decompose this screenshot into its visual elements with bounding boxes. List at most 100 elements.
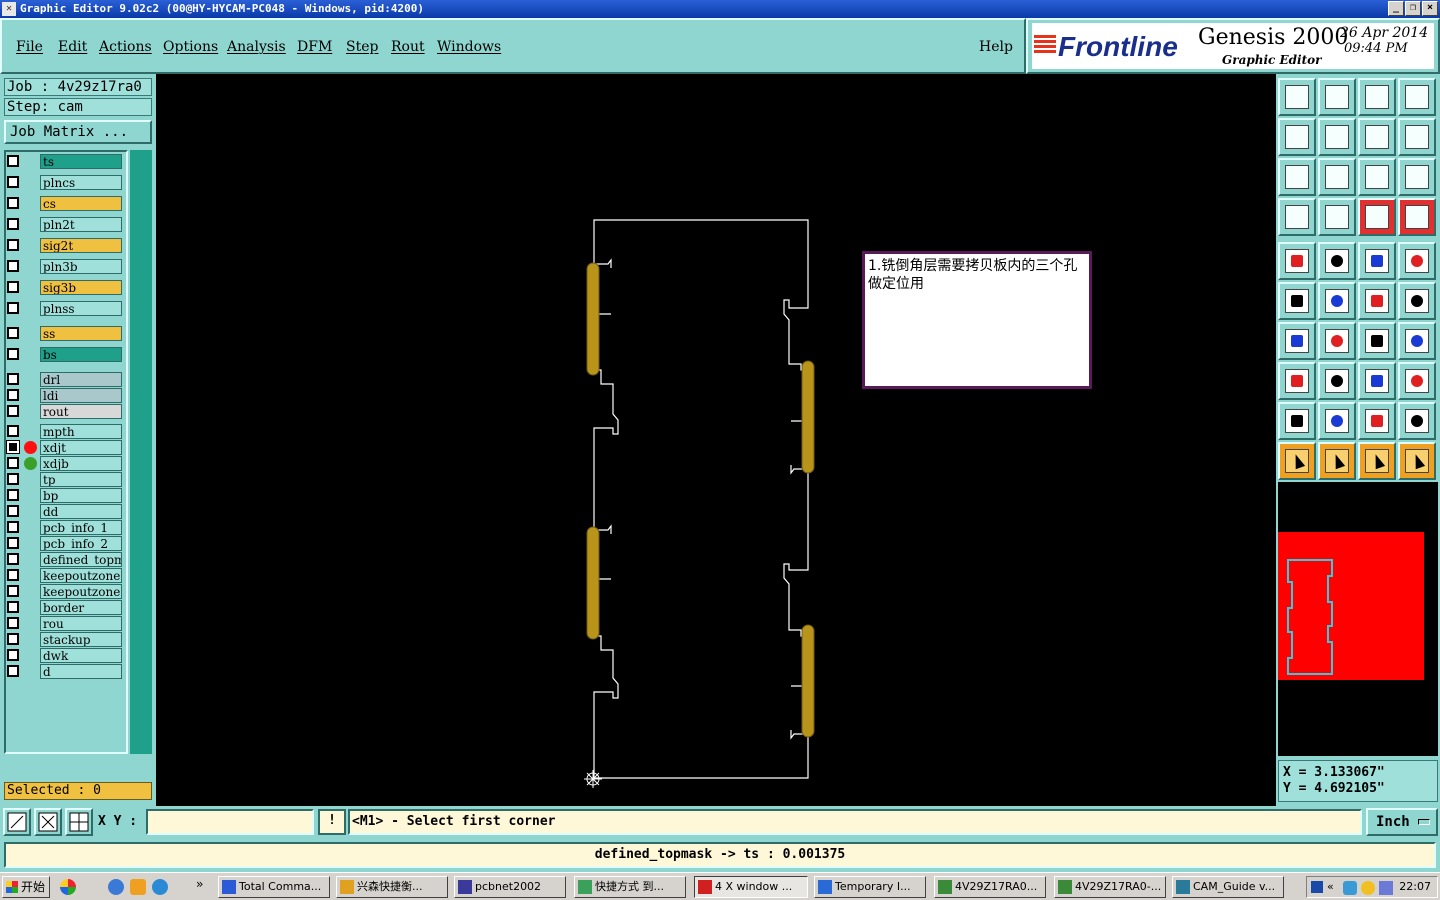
quicklaunch-browser-icon[interactable] xyxy=(108,879,124,895)
layer-name[interactable]: stackup xyxy=(40,632,122,647)
quicklaunch-app-icon[interactable] xyxy=(60,879,76,895)
move-left-button[interactable] xyxy=(1278,118,1316,156)
layer-row[interactable]: ldi xyxy=(4,388,124,403)
layer-checkbox[interactable] xyxy=(7,302,19,314)
layer-row[interactable]: ss xyxy=(4,326,124,341)
move-right-button[interactable] xyxy=(1318,118,1356,156)
arc-button[interactable] xyxy=(1358,322,1396,360)
layer-name[interactable]: ss xyxy=(40,326,122,341)
layer-name[interactable]: ldi xyxy=(40,388,122,403)
layer-name[interactable]: dwk xyxy=(40,648,122,663)
scale-1to2-button[interactable] xyxy=(1358,158,1396,196)
layer-name[interactable]: bs xyxy=(40,347,122,362)
layer-checkbox[interactable] xyxy=(7,665,19,677)
xy-input[interactable] xyxy=(146,809,314,835)
layer-name[interactable]: plnss xyxy=(40,301,122,316)
taskbar-button[interactable]: CAM_Guide v... xyxy=(1172,876,1284,898)
menu-rout[interactable]: Rout xyxy=(391,39,425,55)
layer-name[interactable]: plncs xyxy=(40,175,122,190)
home-button[interactable] xyxy=(1358,78,1396,116)
layers-toggle-button[interactable] xyxy=(1358,198,1396,236)
layer-name[interactable]: pln2t xyxy=(40,217,122,232)
layer-checkbox[interactable] xyxy=(7,373,19,385)
angle-button[interactable] xyxy=(1278,322,1316,360)
horizontal-line-button[interactable] xyxy=(1318,362,1356,400)
layer-name[interactable]: cs xyxy=(40,196,122,211)
menu-actions[interactable]: Actions xyxy=(99,39,152,55)
triangle-line-button[interactable] xyxy=(1398,402,1436,440)
layer-name[interactable]: xdjb xyxy=(40,456,122,471)
taskbar-button[interactable]: 4V29Z17RA0... xyxy=(934,876,1046,898)
menu-help[interactable]: Help xyxy=(979,39,1013,55)
layer-row[interactable]: sig3b xyxy=(4,280,124,295)
network-icon[interactable] xyxy=(1343,881,1357,895)
graphic-canvas[interactable]: 1.铣倒角层需要拷贝板内的三个孔做定位用 xyxy=(156,74,1276,806)
layer-row[interactable]: bp xyxy=(4,488,124,503)
overview-map[interactable] xyxy=(1278,482,1438,756)
layer-checkbox[interactable] xyxy=(7,405,19,417)
cross-button[interactable] xyxy=(1318,282,1356,320)
layer-checkbox[interactable] xyxy=(7,457,19,469)
layer-name[interactable]: pcb_info_2 xyxy=(40,536,122,551)
triangle-a-button[interactable] xyxy=(1358,402,1396,440)
menu-analysis[interactable]: Analysis xyxy=(227,39,286,55)
layer-checkbox[interactable] xyxy=(6,440,20,454)
start-button[interactable]: 开始 xyxy=(2,876,50,898)
layer-name[interactable]: sig2t xyxy=(40,238,122,253)
taskbar-button[interactable]: 4V29Z17RA0-... xyxy=(1054,876,1166,898)
help-button[interactable] xyxy=(1398,158,1436,196)
taskbar-button[interactable]: 快捷方式 到... xyxy=(574,876,686,898)
layer-checkbox[interactable] xyxy=(7,425,19,437)
job-matrix-button[interactable]: Job Matrix ... xyxy=(4,120,152,144)
layer-row[interactable]: xdjt xyxy=(4,440,124,455)
layer-name[interactable]: rout xyxy=(40,404,122,419)
layer-checkbox[interactable] xyxy=(7,649,19,661)
minimize-button[interactable]: _ xyxy=(1388,1,1404,16)
taskbar-button[interactable]: Total Comma... xyxy=(218,876,330,898)
layer-checkbox[interactable] xyxy=(7,281,19,293)
layer-name[interactable]: tp xyxy=(40,472,122,487)
menu-windows[interactable]: Windows xyxy=(437,39,501,55)
layer-row[interactable]: pln2t xyxy=(4,217,124,232)
menu-dfm[interactable]: DFM xyxy=(297,39,332,55)
close-button[interactable]: × xyxy=(1422,1,1438,16)
taskbar-button[interactable]: 4 X window ... xyxy=(694,876,808,898)
layer-name[interactable]: border xyxy=(40,600,122,615)
layer-checkbox[interactable] xyxy=(7,489,19,501)
layer-row[interactable]: pln3b xyxy=(4,259,124,274)
layer-row[interactable]: xdjb xyxy=(4,456,124,471)
layer-row[interactable]: keepoutzone xyxy=(4,568,124,583)
layer-row[interactable]: rout xyxy=(4,404,124,419)
layer-row[interactable]: pcb_info_1 xyxy=(4,520,124,535)
layer-name[interactable]: bp xyxy=(40,488,122,503)
ruler-button[interactable] xyxy=(1358,242,1396,280)
pointer-alt-button[interactable] xyxy=(1358,442,1396,480)
layer-row[interactable]: defined_topmask xyxy=(4,552,124,567)
layer-checkbox[interactable] xyxy=(7,537,19,549)
layer-name[interactable]: defined_topmask xyxy=(40,552,122,567)
export-button[interactable] xyxy=(1318,78,1356,116)
layer-checkbox[interactable] xyxy=(7,601,19,613)
layer-row[interactable]: mpth xyxy=(4,424,124,439)
layer-checkbox[interactable] xyxy=(7,197,19,209)
point-connect-alt-button[interactable] xyxy=(1398,282,1436,320)
layer-checkbox[interactable] xyxy=(7,218,19,230)
point-connect-button[interactable] xyxy=(1358,282,1396,320)
layer-name[interactable]: rou xyxy=(40,616,122,631)
layer-name[interactable]: sig3b xyxy=(40,280,122,295)
layer-checkbox[interactable] xyxy=(7,348,19,360)
fit-button[interactable] xyxy=(1278,158,1316,196)
layer-row[interactable]: plnss xyxy=(4,301,124,316)
layer-row[interactable]: drl xyxy=(4,372,124,387)
layer-row[interactable]: rou xyxy=(4,616,124,631)
quicklaunch-more[interactable]: » xyxy=(196,877,203,891)
volume-icon[interactable] xyxy=(1361,881,1375,895)
taskbar-button[interactable]: Temporary I... xyxy=(814,876,926,898)
warning-button[interactable]: ! xyxy=(318,809,346,835)
layer-checkbox[interactable] xyxy=(7,473,19,485)
units-dropdown[interactable]: Inch xyxy=(1366,808,1438,836)
line-draw-button[interactable] xyxy=(1318,242,1356,280)
monitor-icon[interactable] xyxy=(1379,881,1393,895)
layer-row[interactable]: d xyxy=(4,664,124,679)
grid-snap-button[interactable] xyxy=(65,808,93,836)
